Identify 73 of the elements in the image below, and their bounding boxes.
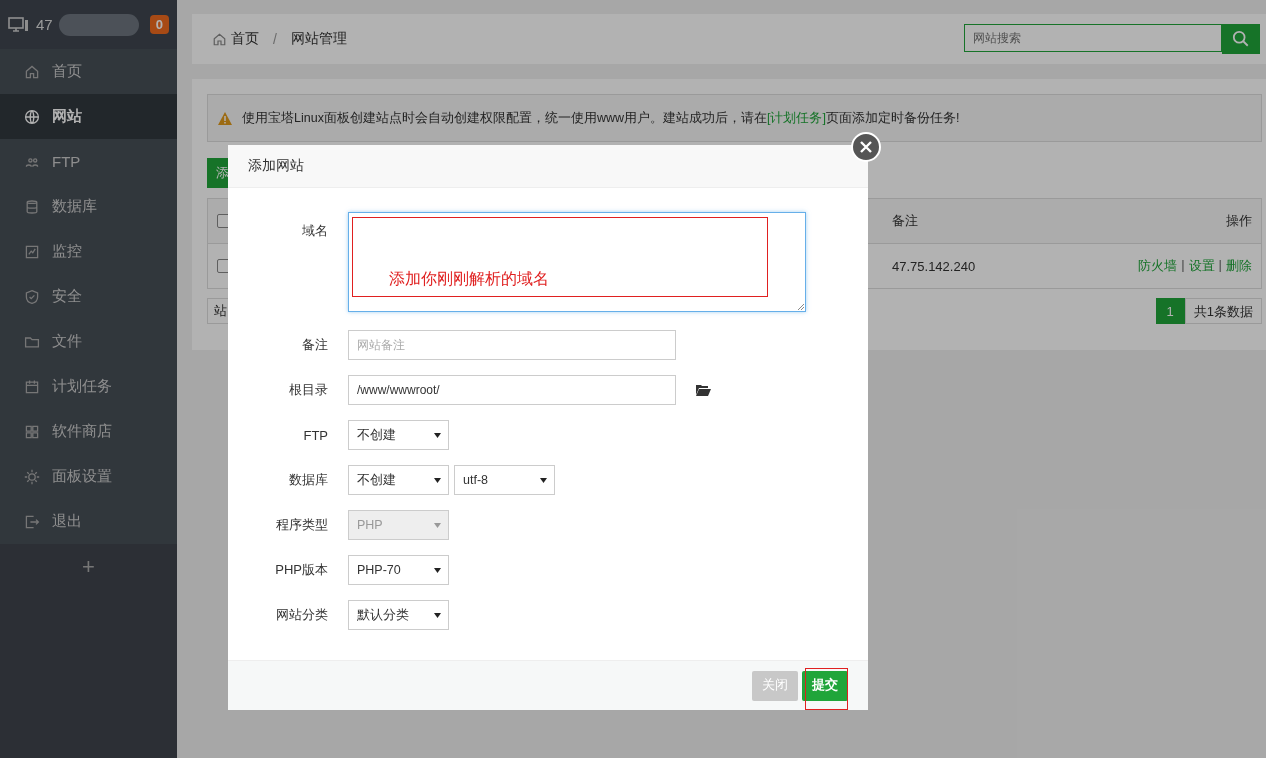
sidebar-icon — [24, 288, 40, 305]
breadcrumb-separator: / — [273, 31, 277, 47]
sidebar-item[interactable]: 数据库 — [0, 184, 177, 229]
dropdown[interactable]: 默认分类 — [348, 600, 449, 630]
search-field[interactable]: 网站搜索 — [964, 24, 1222, 52]
field-label: 数据库 — [288, 471, 328, 489]
notification-badge: 0 — [149, 15, 169, 34]
column-header: 操作 — [1225, 212, 1252, 230]
search-icon — [1232, 30, 1250, 48]
caret-icon — [434, 522, 441, 528]
dropdown[interactable]: utf-8 — [454, 465, 555, 495]
sidebar-item[interactable]: 计划任务 — [0, 364, 177, 409]
sidebar-item[interactable]: 安全 — [0, 274, 177, 319]
sidebar-item[interactable]: 文件 — [0, 319, 177, 364]
page-button[interactable]: 1 — [1155, 298, 1185, 324]
sidebar-item[interactable]: 面板设置 — [0, 454, 177, 499]
separator: | — [1181, 257, 1185, 274]
sidebar-icon — [24, 108, 40, 125]
add-button[interactable]: + — [82, 554, 95, 580]
dropdown[interactable]: PHP-70 — [348, 555, 449, 585]
caret-icon — [434, 477, 441, 483]
sidebar-item[interactable]: 退出 — [0, 499, 177, 544]
sidebar-icon — [24, 63, 40, 80]
field-label: 域名 — [301, 222, 328, 240]
annotation-label: 添加你刚刚解析的域名 — [352, 217, 768, 297]
field-label: FTP — [302, 427, 328, 443]
close-icon — [860, 141, 872, 153]
field-label: 备注 — [301, 336, 328, 354]
action-link[interactable]: 删除 — [1226, 257, 1252, 275]
resize-grip-icon — [797, 303, 804, 310]
dropdown[interactable]: 不创建 — [348, 420, 449, 450]
caret-icon — [434, 567, 441, 573]
caret-icon — [540, 477, 547, 483]
sidebar-icon — [24, 423, 40, 440]
sidebar-icon — [24, 468, 40, 485]
action-link[interactable]: 设置 — [1188, 257, 1215, 275]
sidebar-item[interactable]: FTP — [0, 139, 177, 184]
sidebar-item[interactable]: 软件商店 — [0, 409, 177, 454]
action-link[interactable]: 防火墙 — [1138, 257, 1178, 275]
breadcrumb-current: 网站管理 — [290, 30, 347, 48]
domain-field[interactable]: 添加你刚刚解析的域名 — [348, 212, 806, 312]
sidebar-item[interactable]: 首页 — [0, 49, 177, 94]
search-button[interactable] — [1222, 24, 1260, 54]
server-address: 47 — [36, 16, 53, 33]
highlight-frame — [805, 667, 848, 710]
computer-icon — [8, 15, 30, 34]
sidebar-item[interactable]: 网站 — [0, 94, 177, 139]
notice-text: 使用宝塔Linux面板创建站点时会自动创建权限配置，统一使用www用户。建站成功后，请在[计划任务]页面添加定时备份任务! — [242, 109, 960, 127]
field-label: 程序类型 — [275, 516, 328, 534]
breadcrumb-link[interactable]: 首页 — [231, 30, 259, 48]
sidebar-icon — [24, 378, 40, 395]
field-label: 网站分类 — [275, 606, 328, 624]
field-label: PHP版本 — [274, 561, 328, 579]
text-field[interactable]: /www/wwwroot/ — [348, 375, 676, 405]
task-link[interactable]: [计划任务] — [766, 110, 826, 125]
sidebar-item[interactable]: 监控 — [0, 229, 177, 274]
sidebar-icon — [24, 243, 40, 260]
warning-icon — [218, 111, 232, 125]
caret-icon — [434, 432, 441, 438]
page-total: 共1条数据 — [1184, 298, 1262, 324]
text-field[interactable]: 网站备注 — [348, 330, 676, 360]
submit-button[interactable]: 提交 — [802, 670, 848, 701]
field-label: 根目录 — [288, 381, 328, 399]
dialog-title: 添加网站 — [248, 157, 304, 175]
dropdown[interactable]: 不创建 — [348, 465, 449, 495]
sidebar-icon — [24, 513, 40, 530]
table-cell-text: 47.75.142.240 — [892, 258, 977, 274]
caret-icon — [434, 612, 441, 618]
home-icon — [212, 31, 227, 47]
sidebar-icon — [24, 198, 40, 215]
folder-icon[interactable] — [696, 384, 711, 396]
column-header: 备注 — [892, 212, 919, 230]
separator: | — [1218, 257, 1222, 274]
